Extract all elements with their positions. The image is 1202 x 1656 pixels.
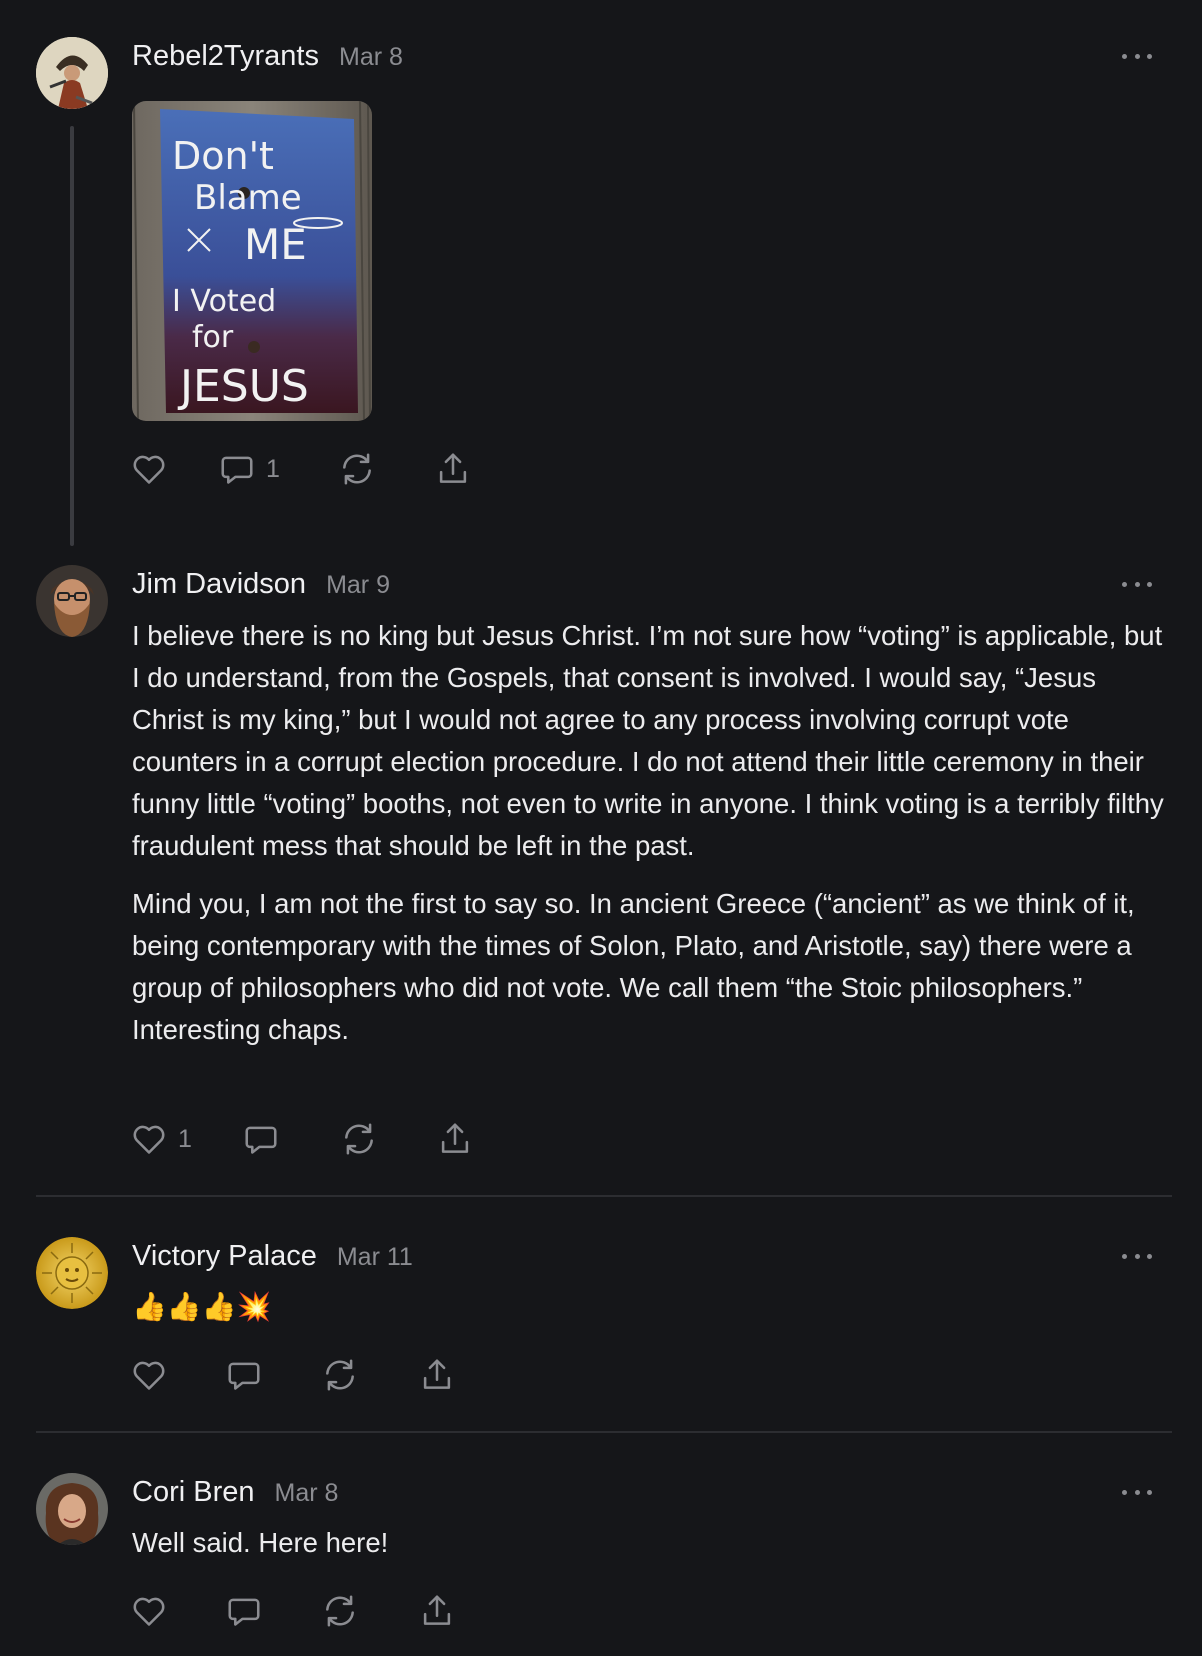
post-date[interactable]: Mar 11: [337, 1243, 413, 1272]
author-name[interactable]: Rebel2Tyrants: [132, 40, 319, 73]
restack-button[interactable]: [338, 450, 376, 488]
sign-line-4: I Voted: [172, 284, 276, 319]
share-icon: [436, 1120, 474, 1158]
comment-button[interactable]: 1: [218, 450, 280, 488]
comment-icon: [218, 450, 256, 488]
sign-line-3: ME: [244, 220, 307, 269]
sign-line-2: Blame: [194, 178, 302, 218]
like-button[interactable]: 1: [130, 1120, 192, 1158]
divider: [36, 1195, 1172, 1197]
post-header: Jim Davidson Mar 9: [132, 568, 390, 601]
post-header: Cori Bren Mar 8: [132, 1476, 338, 1509]
post-date[interactable]: Mar 9: [326, 571, 390, 600]
restack-button[interactable]: [321, 1592, 359, 1630]
divider: [36, 1431, 1172, 1433]
restack-button[interactable]: [340, 1120, 378, 1158]
share-button[interactable]: [418, 1592, 456, 1630]
post-header: Victory Palace Mar 11: [132, 1240, 413, 1273]
restack-icon: [321, 1592, 359, 1630]
heart-icon: [130, 1592, 168, 1630]
post-date[interactable]: Mar 8: [275, 1479, 339, 1508]
post-actions: 1: [130, 1120, 530, 1160]
more-icon[interactable]: [1122, 1486, 1152, 1498]
like-count: 1: [178, 1124, 192, 1153]
heart-icon: [130, 1120, 168, 1158]
more-icon[interactable]: [1122, 578, 1152, 590]
sign-line-6: JESUS: [177, 361, 309, 412]
post-date[interactable]: Mar 8: [339, 43, 403, 72]
like-button[interactable]: [130, 450, 178, 488]
post-actions: [130, 1356, 530, 1396]
share-button[interactable]: [436, 1120, 474, 1158]
sign-line-1: Don't: [172, 134, 274, 178]
post-image[interactable]: Don't Blame ME I Voted for JESUS: [132, 101, 372, 421]
post-text: Well said. Here here!: [132, 1527, 389, 1558]
share-button[interactable]: [434, 450, 472, 488]
restack-button[interactable]: [321, 1356, 359, 1394]
more-icon[interactable]: [1122, 1250, 1152, 1262]
avatar[interactable]: [36, 565, 108, 637]
avatar[interactable]: [36, 37, 108, 109]
comment-button[interactable]: [225, 1356, 263, 1394]
post-header: Rebel2Tyrants Mar 8: [132, 40, 403, 73]
author-name[interactable]: Cori Bren: [132, 1476, 255, 1509]
thread-line: [70, 126, 74, 546]
like-button[interactable]: [130, 1592, 168, 1630]
share-icon: [434, 450, 472, 488]
restack-icon: [338, 450, 376, 488]
share-button[interactable]: [418, 1356, 456, 1394]
more-icon[interactable]: [1122, 50, 1152, 62]
post-paragraph: Mind you, I am not the first to say so. …: [132, 888, 1135, 1045]
comment-icon: [242, 1120, 280, 1158]
post-actions: [130, 1592, 530, 1632]
post-text: 👍👍👍💥: [132, 1290, 272, 1323]
post-paragraph: I believe there is no king but Jesus Chr…: [132, 620, 1164, 861]
comment-button[interactable]: [242, 1120, 290, 1158]
comment-button[interactable]: [225, 1592, 263, 1630]
comment-icon: [225, 1592, 263, 1630]
avatar[interactable]: [36, 1473, 108, 1545]
share-icon: [418, 1592, 456, 1630]
post-actions: 1: [130, 450, 530, 490]
restack-icon: [321, 1356, 359, 1394]
author-name[interactable]: Jim Davidson: [132, 568, 306, 601]
comment-icon: [225, 1356, 263, 1394]
avatar[interactable]: [36, 1237, 108, 1309]
sign-line-5: for: [192, 320, 234, 355]
author-name[interactable]: Victory Palace: [132, 1240, 317, 1273]
heart-icon: [130, 450, 168, 488]
post-body: I believe there is no king but Jesus Chr…: [132, 615, 1172, 1067]
comment-count: 1: [266, 454, 280, 483]
restack-icon: [340, 1120, 378, 1158]
share-icon: [418, 1356, 456, 1394]
like-button[interactable]: [130, 1356, 168, 1394]
post-body: Well said. Here here!: [132, 1522, 1172, 1580]
heart-icon: [130, 1356, 168, 1394]
